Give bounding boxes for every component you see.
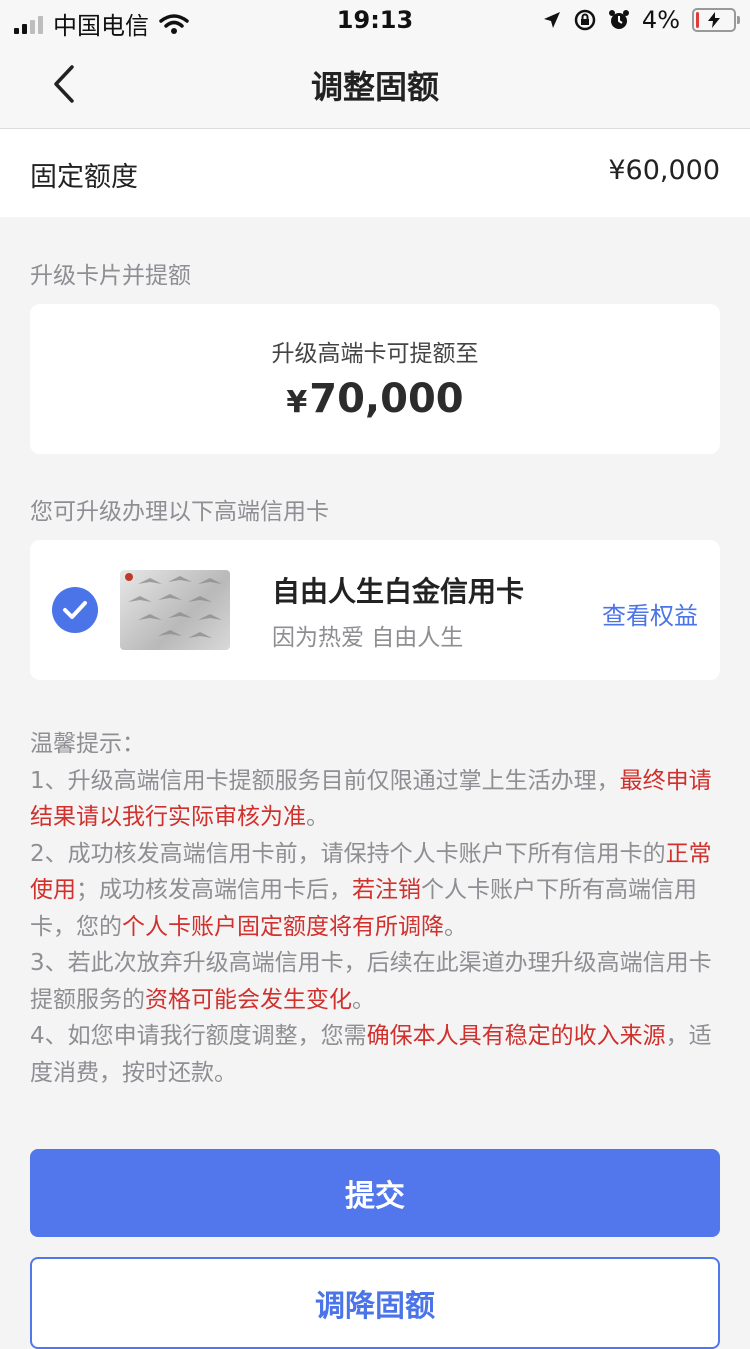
upgrade-amount-value: 70,000 xyxy=(309,376,464,422)
nav-bar: 调整固额 xyxy=(0,42,750,129)
tip-text: ；成功核发高端信用卡后， xyxy=(76,877,352,903)
credit-card-image xyxy=(120,570,230,650)
selected-check-icon[interactable] xyxy=(52,587,98,633)
rotation-lock-icon xyxy=(574,9,596,31)
card-name: 自由人生白金信用卡 xyxy=(272,575,525,608)
tips-section: 温馨提示： 1、升级高端信用卡提额服务目前仅限通过掌上生活办理，最终申请结果请以… xyxy=(30,726,720,1091)
tip-highlight: 资格可能会发生变化 xyxy=(145,986,352,1013)
upgrade-quota-box: 升级高端卡可提额至 ¥70,000 xyxy=(30,304,720,454)
tip-text: 。 xyxy=(306,804,329,830)
fixed-quota-label: 固定额度 xyxy=(30,162,138,193)
card-section-title: 您可升级办理以下高端信用卡 xyxy=(30,499,329,525)
tip-highlight: 若注销 xyxy=(352,877,421,903)
tip-item-3: 3、若此次放弃升级高端信用卡，后续在此渠道办理升级高端信用卡提额服务的资格可能会… xyxy=(30,945,720,1018)
card-slogan: 因为热爱 自由人生 xyxy=(272,625,464,651)
page-title: 调整固额 xyxy=(310,68,439,106)
tip-text: 2、成功核发高端信用卡前，请保持个人卡账户下所有信用卡的 xyxy=(30,840,666,867)
submit-button[interactable]: 提交 xyxy=(30,1149,720,1237)
battery-percent: 4% xyxy=(641,6,680,34)
tips-title: 温馨提示： xyxy=(30,731,145,757)
fixed-quota-row: 固定额度 ¥60,000 xyxy=(0,129,750,217)
tip-highlight: 确保本人具有稳定的收入来源 xyxy=(366,1023,666,1049)
tip-highlight: 个人卡账户固定额度将有所调降 xyxy=(122,913,444,940)
tip-text: 1、升级高端信用卡提额服务目前仅限通过掌上生活办理， xyxy=(30,767,620,794)
currency-symbol: ¥ xyxy=(286,385,308,420)
card-option[interactable]: 自由人生白金信用卡 因为热爱 自由人生 查看权益 xyxy=(30,540,720,680)
tip-text: 。 xyxy=(352,986,375,1013)
status-right: 4% xyxy=(542,6,740,34)
fixed-quota-value: ¥60,000 xyxy=(608,155,720,186)
tip-item-2: 2、成功核发高端信用卡前，请保持个人卡账户下所有信用卡的正常使用；成功核发高端信… xyxy=(30,836,720,946)
tip-text: 4、如您申请我行额度调整，您需 xyxy=(30,1023,367,1049)
upgrade-caption: 升级高端卡可提额至 xyxy=(271,341,479,367)
upgrade-section-title: 升级卡片并提额 xyxy=(30,263,191,289)
tip-item-1: 1、升级高端信用卡提额服务目前仅限通过掌上生活办理，最终申请结果请以我行实际审核… xyxy=(30,763,720,836)
tip-text: 。 xyxy=(444,913,467,940)
alarm-icon xyxy=(608,10,629,29)
location-arrow-icon xyxy=(543,12,560,28)
battery-icon xyxy=(692,8,740,32)
view-benefits-link[interactable]: 查看权益 xyxy=(602,596,698,631)
status-bar: 中国电信 19:13 4% xyxy=(0,0,750,42)
reduce-quota-button[interactable]: 调降固额 xyxy=(30,1257,720,1349)
tip-item-4: 4、如您申请我行额度调整，您需确保本人具有稳定的收入来源，适度消费，按时还款。 xyxy=(30,1018,720,1091)
upgrade-amount: ¥70,000 xyxy=(30,376,720,422)
